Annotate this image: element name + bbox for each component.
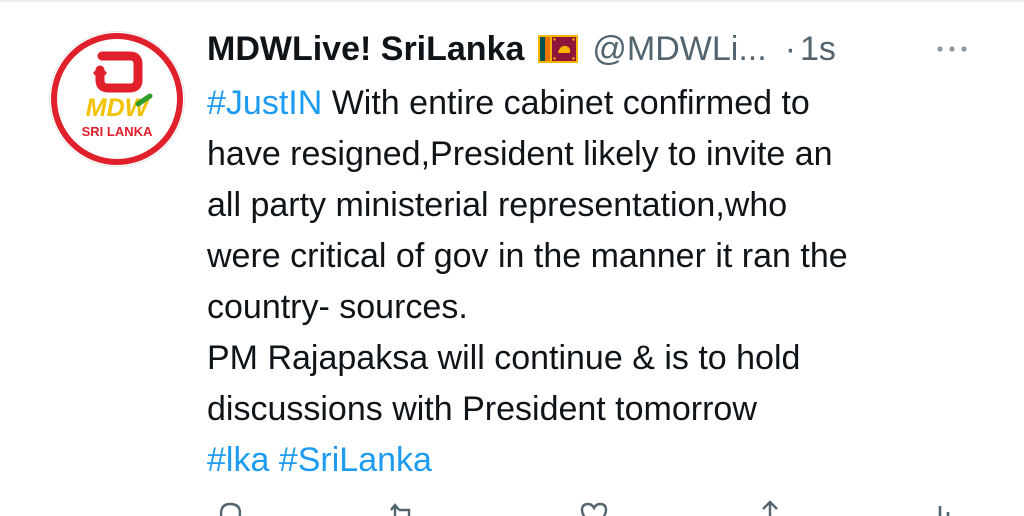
tweet-line-5: country- sources. [207,288,468,326]
analytics-icon[interactable] [923,498,957,516]
tweet-line-text: With entire cabinet confirmed to [322,84,810,122]
mdw-logo-icon: MDW SRI LANKA [51,33,183,165]
separator-dot: · [784,29,797,68]
share-icon[interactable] [753,498,787,516]
tweet-card[interactable]: MDW SRI LANKA MDWLive! SriLanka @MDWLi..… [0,0,1024,516]
tweet-line-7: discussions with President tomorrow [207,390,757,428]
hashtag-link[interactable]: #SriLanka [279,441,432,479]
tweet-hashtags: #lka #SriLanka [207,435,987,486]
display-name[interactable]: MDWLive! SriLanka [207,30,524,69]
tweet-header: MDWLive! SriLanka @MDWLi... · 1s [207,24,984,74]
tweet-line-2: have resigned,President likely to invite… [207,135,833,173]
user-handle[interactable]: @MDWLi... [592,30,766,69]
tweet-text: #JustIN With entire cabinet confirmed to… [207,78,987,486]
avatar-text: SRI LANKA [82,124,153,139]
reply-icon[interactable] [213,498,247,516]
tweet-timestamp[interactable]: 1s [800,30,836,69]
like-icon[interactable] [577,498,611,516]
tweet-action-bar [207,498,987,516]
tweet-line-1: #JustIN With entire cabinet confirmed to [207,78,987,129]
avatar[interactable]: MDW SRI LANKA [50,32,184,166]
retweet-icon[interactable] [385,498,419,516]
sri-lanka-flag-icon [538,35,579,63]
tweet-line-6: PM Rajapaksa will continue & is to hold [207,339,801,377]
tweet-line-4: were critical of gov in the manner it ra… [207,237,848,275]
more-options-icon[interactable] [932,24,972,74]
tweet-line-3: all party ministerial representation,who [207,186,788,224]
hashtag-link[interactable]: #lka [207,441,269,479]
hashtag-link[interactable]: #JustIN [207,84,322,122]
top-divider [0,0,1024,2]
avatar-mark: MDW [86,94,151,122]
